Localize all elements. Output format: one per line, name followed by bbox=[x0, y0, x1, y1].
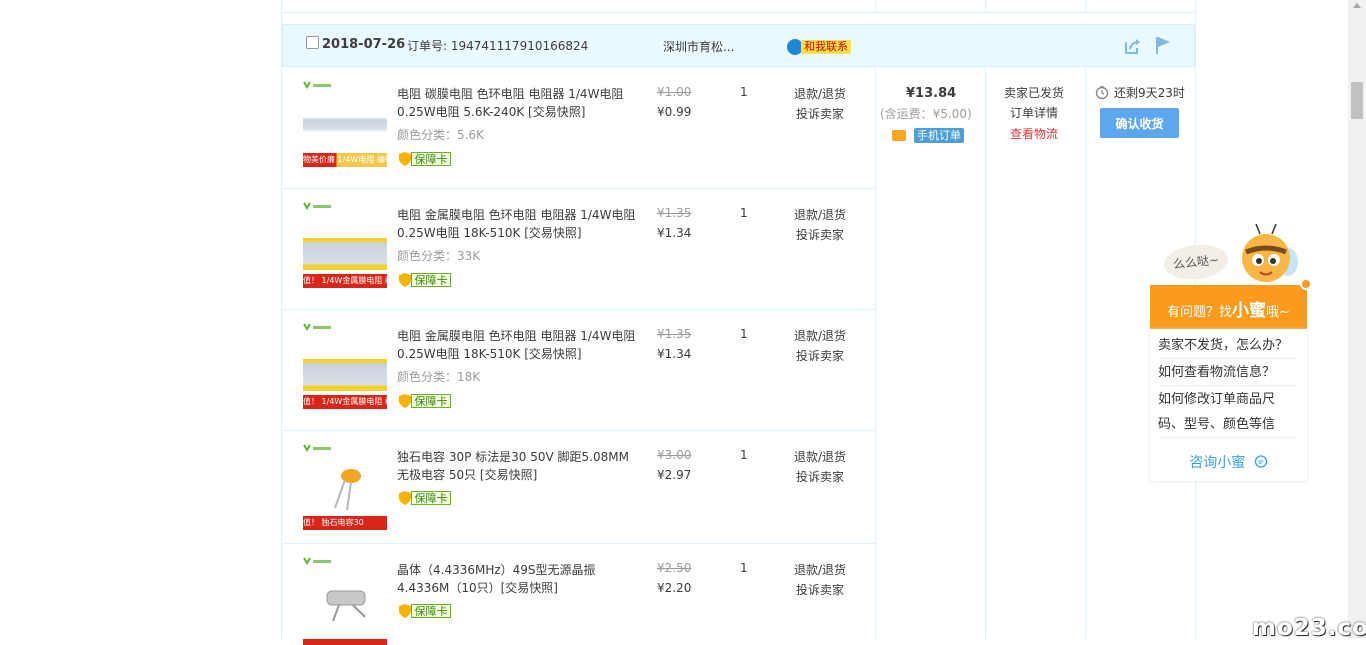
shipping-fee: (含运费：¥5.00) bbox=[880, 107, 972, 121]
order-total: ¥13.84 bbox=[906, 86, 957, 101]
clock-icon bbox=[1095, 86, 1109, 100]
helper-question[interactable]: 如何查看物流信息？ bbox=[1158, 360, 1296, 386]
order-header: 2018-07-26 订单号: 194741117910166824 深圳市育松… bbox=[282, 24, 1195, 67]
complain-link[interactable]: 投诉卖家 bbox=[796, 468, 844, 485]
complain-link[interactable]: 投诉卖家 bbox=[796, 347, 844, 364]
confirm-receipt-button[interactable]: 确认收货 bbox=[1100, 108, 1179, 138]
complain-link[interactable]: 投诉卖家 bbox=[796, 581, 844, 598]
view-logistics-link[interactable]: 查看物流 bbox=[1010, 125, 1058, 142]
refund-link[interactable]: 退款/退货 bbox=[794, 85, 846, 102]
refund-link[interactable]: 退款/退货 bbox=[794, 448, 846, 465]
bee-mascot-icon[interactable] bbox=[1236, 222, 1306, 292]
product-attribute: 颜色分类：33K bbox=[397, 249, 481, 263]
scroll-thumb[interactable] bbox=[1351, 82, 1363, 119]
original-price: ¥1.00 bbox=[657, 85, 692, 99]
previous-order-row bbox=[282, 0, 1195, 13]
complain-link[interactable]: 投诉卖家 bbox=[796, 105, 844, 122]
refund-link[interactable]: 退款/退货 bbox=[794, 206, 846, 223]
order-item: 物美价廉 1/4W电阻 编带 电阻 碳膜电阻 色环电阻 电阻器 1/4W电阻 0… bbox=[282, 67, 876, 189]
original-price: ¥1.35 bbox=[657, 206, 692, 220]
actual-price: ¥1.34 bbox=[657, 347, 692, 361]
product-thumbnail[interactable]: 物美价廉 1/4W电阻 编带 bbox=[303, 81, 387, 167]
actual-price: ¥2.97 bbox=[657, 468, 692, 482]
product-title-link[interactable]: 电阻 金属膜电阻 色环电阻 电阻器 1/4W电阻 0.25W电阻 18K-510… bbox=[397, 327, 637, 363]
shop-name-link[interactable]: 深圳市育松... bbox=[663, 38, 734, 55]
order-checkbox[interactable] bbox=[306, 36, 319, 49]
complain-link[interactable]: 投诉卖家 bbox=[796, 226, 844, 243]
order-number: 订单号: 194741117910166824 bbox=[407, 39, 589, 53]
flag-icon[interactable] bbox=[1154, 35, 1172, 55]
watermark: mo23.com bbox=[1252, 615, 1366, 641]
scrollbar[interactable] bbox=[1348, 0, 1366, 639]
quantity: 1 bbox=[740, 561, 748, 575]
card-icon bbox=[892, 130, 906, 141]
quantity: 1 bbox=[740, 448, 748, 462]
order-detail-link[interactable]: 订单详情 bbox=[1010, 104, 1058, 121]
scroll-up-arrow[interactable] bbox=[1353, 3, 1361, 8]
speech-bubble: 么么哒~ bbox=[1162, 241, 1230, 283]
helper-questions: 卖家不发货，怎么办？ 如何查看物流信息？ 如何修改订单商品尺码、型号、颜色等信 … bbox=[1150, 329, 1307, 481]
product-title-link[interactable]: 晶体（4.4336MHz）49S型无源晶振4.4336M（10只）[交易快照] bbox=[397, 561, 637, 597]
quantity: 1 bbox=[740, 327, 748, 341]
chat-icon bbox=[1254, 455, 1267, 468]
product-title-link[interactable]: 电阻 金属膜电阻 色环电阻 电阻器 1/4W电阻 0.25W电阻 18K-510… bbox=[397, 206, 637, 242]
helper-question[interactable]: 如何修改订单商品尺码、型号、颜色等信 bbox=[1158, 387, 1296, 438]
order-card: 2018-07-26 订单号: 194741117910166824 深圳市育松… bbox=[281, 0, 1196, 645]
refund-link[interactable]: 退款/退货 bbox=[794, 327, 846, 344]
order-item: 值！ 独石电容30 独石电容 30P 标法是30 50V 脚距5.08MM 无极… bbox=[282, 430, 876, 544]
helper-question[interactable]: 卖家不发货，怎么办？ bbox=[1158, 333, 1296, 359]
consult-link[interactable]: 咨询小蜜 bbox=[1150, 452, 1307, 472]
product-thumbnail[interactable]: 值！ 独石电容30 bbox=[303, 444, 387, 530]
product-title-link[interactable]: 独石电容 30P 标法是30 50V 脚距5.08MM 无极电容 50只 [交易… bbox=[397, 448, 637, 484]
original-price: ¥1.35 bbox=[657, 327, 692, 341]
helper-header[interactable]: 有问题？找小蜜哦~ bbox=[1150, 285, 1307, 329]
order-date: 2018-07-26 bbox=[322, 37, 406, 52]
helper-close-dot[interactable] bbox=[1300, 278, 1312, 290]
product-title-link[interactable]: 电阻 碳膜电阻 色环电阻 电阻器 1/4W电阻 0.25W电阻 5.6K-240… bbox=[397, 85, 637, 121]
order-item: 值！ 1/4W金属膜电阻 编带1% 电阻 金属膜电阻 色环电阻 电阻器 1/4W… bbox=[282, 309, 876, 431]
actual-price: ¥1.34 bbox=[657, 226, 692, 240]
order-status: 卖家已发货 bbox=[1004, 86, 1065, 100]
order-item: 值！ 1/4W金属膜电阻 编带1% 电阻 金属膜电阻 色环电阻 电阻器 1/4W… bbox=[282, 188, 876, 310]
quantity: 1 bbox=[740, 85, 748, 99]
refund-link[interactable]: 退款/退货 bbox=[794, 561, 846, 578]
product-attribute: 颜色分类：18K bbox=[397, 370, 481, 384]
product-thumbnail[interactable] bbox=[303, 557, 387, 645]
helper-widget: 么么哒~ 有问题？找小蜜哦~ 卖家不发货，怎么办？ 如何查看物流信息？ 如何修改… bbox=[1150, 222, 1312, 492]
original-price: ¥3.00 bbox=[657, 448, 692, 462]
share-icon[interactable] bbox=[1124, 37, 1142, 55]
product-thumbnail[interactable]: 值！ 1/4W金属膜电阻 编带1% bbox=[303, 202, 387, 288]
order-item: 晶体（4.4336MHz）49S型无源晶振4.4336M（10只）[交易快照] … bbox=[282, 543, 876, 645]
product-thumbnail[interactable]: 值！ 1/4W金属膜电阻 编带1% bbox=[303, 323, 387, 409]
actual-price: ¥0.99 bbox=[657, 105, 692, 119]
original-price: ¥2.50 bbox=[657, 561, 692, 575]
product-attribute: 颜色分类：5.6K bbox=[397, 128, 484, 142]
quantity: 1 bbox=[740, 206, 748, 220]
actual-price: ¥2.20 bbox=[657, 581, 692, 595]
